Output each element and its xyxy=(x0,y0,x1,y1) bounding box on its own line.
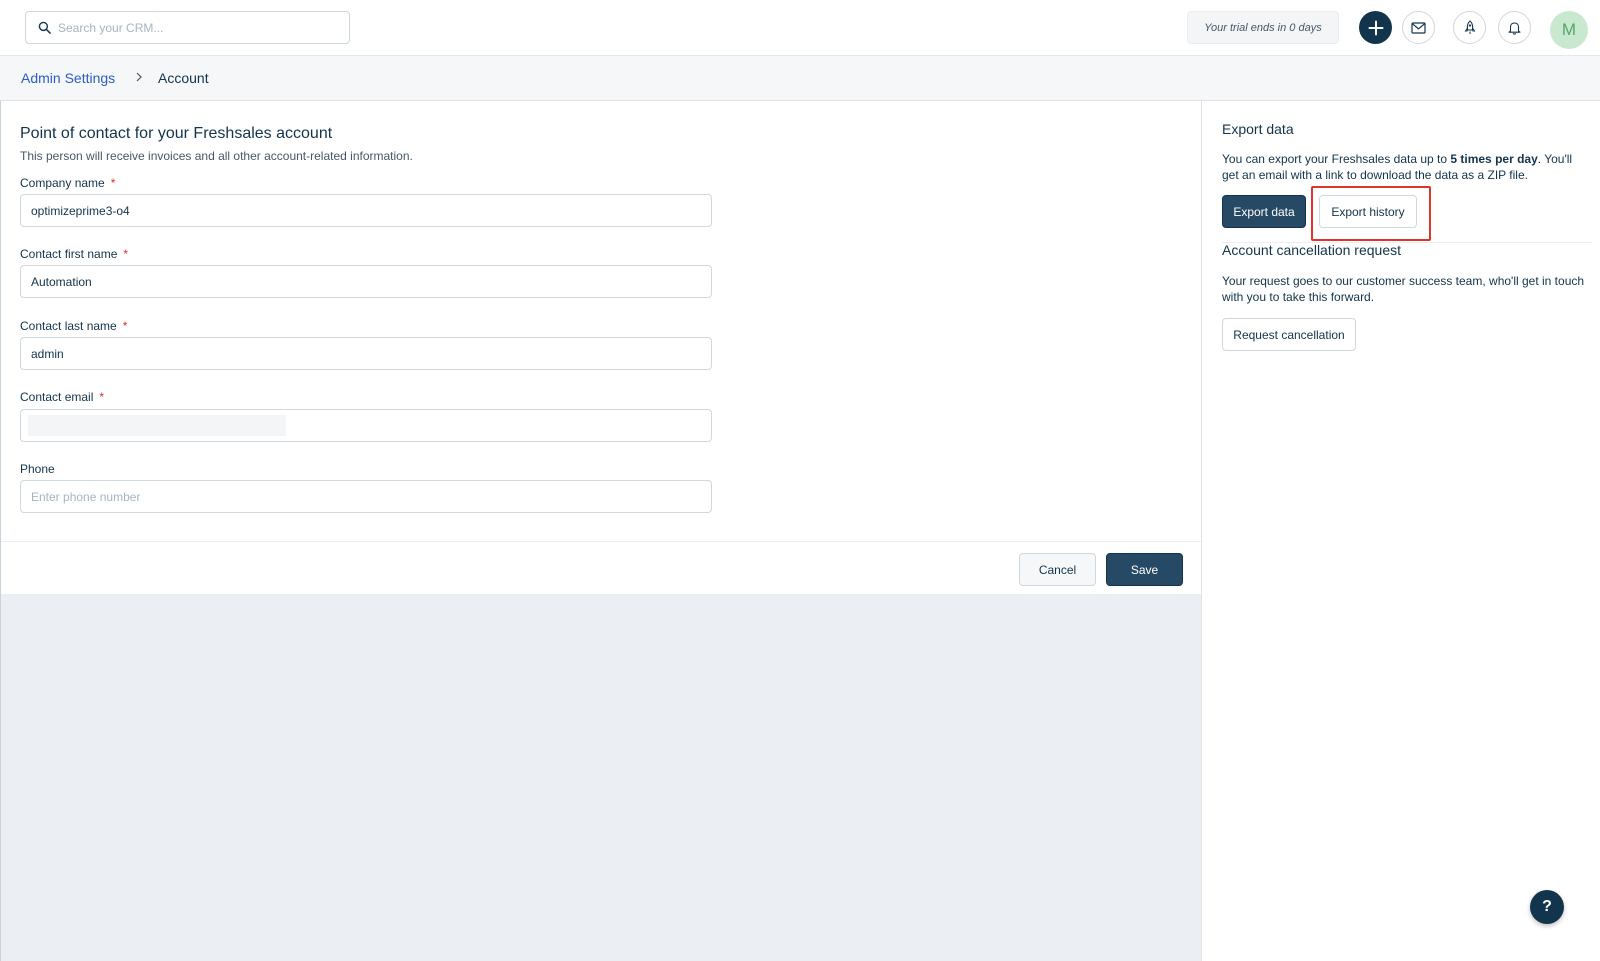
save-button[interactable]: Save xyxy=(1106,553,1183,586)
user-avatar[interactable]: M xyxy=(1550,11,1588,49)
contact-form: Point of contact for your Freshsales acc… xyxy=(1,101,1201,594)
form-subtitle: This person will receive invoices and al… xyxy=(20,149,413,163)
export-history-button[interactable]: Export history xyxy=(1319,195,1417,228)
quick-add-button[interactable] xyxy=(1359,11,1392,44)
mail-button[interactable] xyxy=(1402,11,1435,44)
email-label: Contact email * xyxy=(20,390,104,404)
email-label-text: Contact email xyxy=(20,390,94,404)
first-name-label-text: Contact first name xyxy=(20,247,118,261)
export-limit: 5 times per day xyxy=(1450,152,1538,166)
cancellation-title: Account cancellation request xyxy=(1222,242,1401,258)
last-name-label-text: Contact last name xyxy=(20,319,117,333)
last-name-label: Contact last name * xyxy=(20,319,127,333)
export-data-title: Export data xyxy=(1222,121,1294,137)
company-name-label-text: Company name xyxy=(20,176,105,190)
account-actions-panel: Export data You can export your Freshsal… xyxy=(1201,101,1600,961)
redacted-email xyxy=(28,415,286,436)
bell-icon xyxy=(1508,21,1521,35)
company-name-input[interactable] xyxy=(20,194,712,227)
cancellation-description: Your request goes to our customer succes… xyxy=(1222,274,1585,304)
form-footer: Cancel Save xyxy=(1,541,1201,594)
rocket-icon xyxy=(1464,20,1476,35)
first-name-input[interactable] xyxy=(20,265,712,298)
export-data-button[interactable]: Export data xyxy=(1222,195,1306,228)
breadcrumb: Admin Settings Account xyxy=(0,56,1600,101)
export-text-start: You can export your Freshsales data up t… xyxy=(1222,152,1451,166)
top-bar: Your trial ends in 0 days M xyxy=(0,0,1600,56)
phone-label: Phone xyxy=(20,462,55,476)
required-marker: * xyxy=(123,247,129,261)
required-marker: * xyxy=(99,390,105,404)
page-title: Account xyxy=(158,70,209,86)
empty-area xyxy=(1,594,1201,961)
required-marker: * xyxy=(122,319,128,333)
last-name-input[interactable] xyxy=(20,337,712,370)
search-input[interactable] xyxy=(58,20,328,35)
form-title: Point of contact for your Freshsales acc… xyxy=(20,125,333,142)
breadcrumb-admin-settings[interactable]: Admin Settings xyxy=(21,70,115,86)
phone-input[interactable] xyxy=(20,480,712,513)
search-box[interactable] xyxy=(25,11,350,44)
search-icon xyxy=(38,21,52,35)
rocket-button[interactable] xyxy=(1453,11,1486,44)
required-marker: * xyxy=(110,176,116,190)
cancel-button[interactable]: Cancel xyxy=(1019,553,1096,586)
company-name-label: Company name * xyxy=(20,176,115,190)
help-button[interactable]: ? xyxy=(1530,890,1564,924)
chevron-right-icon xyxy=(133,71,145,83)
trial-banner[interactable]: Your trial ends in 0 days xyxy=(1187,11,1339,44)
notifications-button[interactable] xyxy=(1498,11,1531,44)
first-name-label: Contact first name * xyxy=(20,247,128,261)
plus-icon xyxy=(1368,20,1384,36)
export-description: You can export your Freshsales data up t… xyxy=(1222,151,1592,183)
mail-icon xyxy=(1411,21,1426,34)
request-cancellation-button[interactable]: Request cancellation xyxy=(1222,318,1356,351)
